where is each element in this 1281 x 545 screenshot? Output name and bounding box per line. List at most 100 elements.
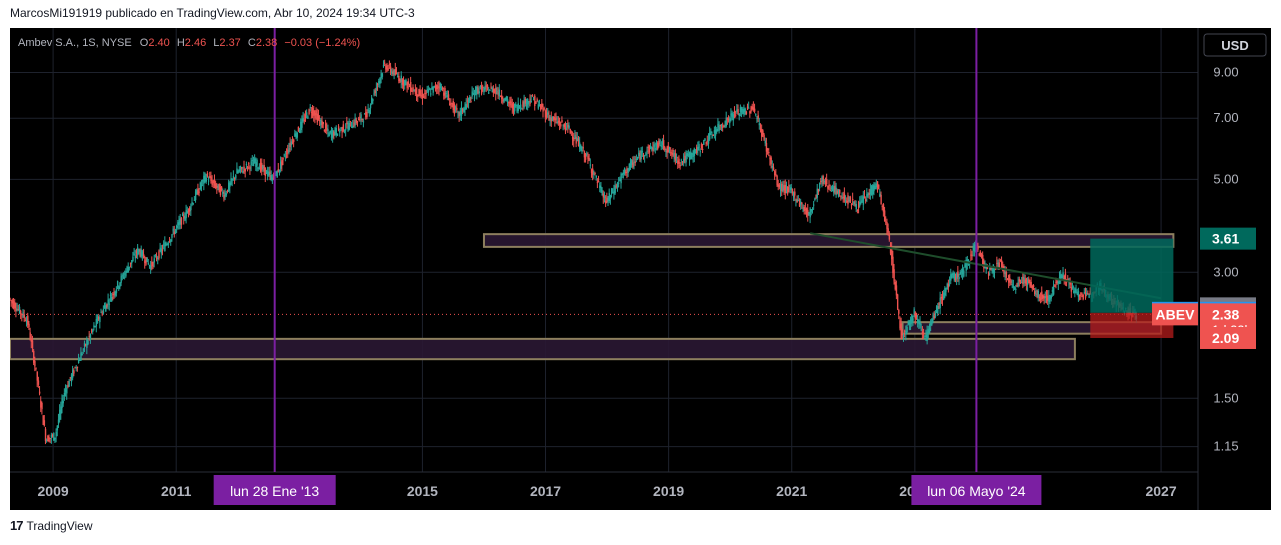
- candle-body: [610, 188, 613, 194]
- candle-body: [109, 294, 112, 296]
- y-tick-label: 9.00: [1213, 65, 1238, 80]
- candle-body: [503, 101, 505, 103]
- candle-body: [787, 187, 789, 194]
- candle-body: [291, 141, 294, 143]
- candle-body: [597, 180, 600, 182]
- candle-body: [407, 81, 410, 85]
- candle-body: [658, 141, 660, 145]
- candle-body: [190, 206, 192, 211]
- candle-body: [813, 204, 815, 206]
- candle-body: [161, 249, 164, 251]
- candle-body: [1078, 295, 1081, 297]
- candle-body: [958, 276, 960, 280]
- candle-body: [1050, 295, 1053, 299]
- candle-body: [828, 184, 830, 186]
- candle-body: [618, 182, 620, 184]
- candle-body: [667, 145, 670, 153]
- candle-body: [659, 139, 661, 142]
- candle-body: [621, 174, 623, 176]
- candle-body: [753, 108, 756, 112]
- candle-body: [755, 114, 757, 116]
- candle-body: [653, 144, 655, 148]
- vertical-marker-label: lun 06 Mayo '24: [927, 483, 1026, 499]
- candle-body: [928, 328, 931, 334]
- candle-body: [563, 123, 566, 128]
- candle-body: [880, 194, 882, 205]
- candle-body: [99, 316, 101, 323]
- candle-body: [707, 139, 710, 144]
- candle-body: [906, 326, 908, 333]
- price-chart[interactable]: 9.00 7.00 5.00 3.00 1.50 1.15 2009 2011 2015 201…: [9, 28, 1271, 510]
- currency-button[interactable]: USD: [1203, 33, 1267, 57]
- candle-body: [1013, 287, 1016, 290]
- candle-body: [147, 262, 150, 265]
- y-tick-label: 3.00: [1213, 264, 1238, 279]
- candle-body: [384, 62, 386, 64]
- candle-body: [33, 350, 35, 363]
- y-tick-label: 1.15: [1213, 439, 1238, 454]
- candle-body: [641, 151, 644, 153]
- candle-body: [506, 99, 509, 103]
- candle-body: [1012, 285, 1015, 288]
- candle-body: [584, 153, 587, 160]
- candle-body: [181, 214, 184, 216]
- candle-body: [288, 147, 290, 153]
- candle-body: [674, 153, 677, 161]
- candle-body: [375, 87, 378, 91]
- candle-body: [486, 85, 489, 88]
- candle-body: [198, 191, 200, 193]
- candle-body: [505, 96, 508, 100]
- candle-body: [444, 88, 446, 99]
- candle-body: [102, 308, 105, 314]
- candle-body: [388, 63, 391, 66]
- y-tick-label: 5.00: [1213, 171, 1238, 186]
- vertical-marker-label: lun 28 Ene '13: [230, 483, 319, 499]
- candle-body: [547, 112, 549, 115]
- candle-body: [216, 185, 218, 188]
- candle-body: [847, 195, 849, 205]
- candle-body: [895, 285, 898, 296]
- candle-body: [849, 196, 852, 203]
- candle-body: [501, 95, 503, 100]
- candle-body: [1071, 286, 1074, 289]
- candle-body: [531, 94, 534, 96]
- candle-body: [963, 270, 965, 277]
- candle-body: [652, 147, 654, 151]
- candle-body: [971, 254, 973, 256]
- candle-body: [620, 174, 622, 184]
- candle-body: [100, 312, 102, 314]
- candle-body: [843, 193, 846, 200]
- candle-body: [343, 130, 346, 133]
- candle-body: [328, 133, 330, 136]
- candle-body: [896, 294, 899, 309]
- candle-body: [489, 89, 491, 92]
- candle-body: [238, 169, 241, 172]
- candle-body: [28, 323, 30, 328]
- chart-frame[interactable]: 9.00 7.00 5.00 3.00 1.50 1.15 2009 2011 2015 201…: [9, 28, 1271, 510]
- candle-body: [73, 370, 75, 374]
- candle-body: [235, 175, 237, 179]
- candle-body: [339, 130, 341, 133]
- candle-body: [568, 125, 570, 129]
- candle-body: [281, 160, 283, 166]
- candle-body: [738, 113, 740, 117]
- candle-body: [519, 104, 522, 108]
- candle-body: [317, 115, 320, 120]
- candle-body: [250, 161, 252, 166]
- candle-body: [368, 110, 371, 114]
- candle-body: [49, 437, 51, 439]
- candle-body: [142, 254, 145, 258]
- price-axis: 9.00 7.00 5.00 3.00 1.50 1.15: [1197, 28, 1239, 510]
- candle-body: [20, 310, 22, 315]
- candle-body: [853, 201, 855, 205]
- candle-body: [372, 99, 374, 102]
- candle-body: [108, 303, 111, 305]
- candle-body: [244, 168, 246, 172]
- candle-body: [515, 104, 517, 106]
- candle-body: [180, 217, 183, 225]
- candle-body: [664, 147, 666, 151]
- legend-close: 2.38: [256, 37, 277, 49]
- candle-body: [646, 150, 648, 153]
- candle-body: [128, 266, 131, 268]
- vertical-markers: lun 28 Ene '13 lun 06 Mayo '24: [213, 28, 1042, 505]
